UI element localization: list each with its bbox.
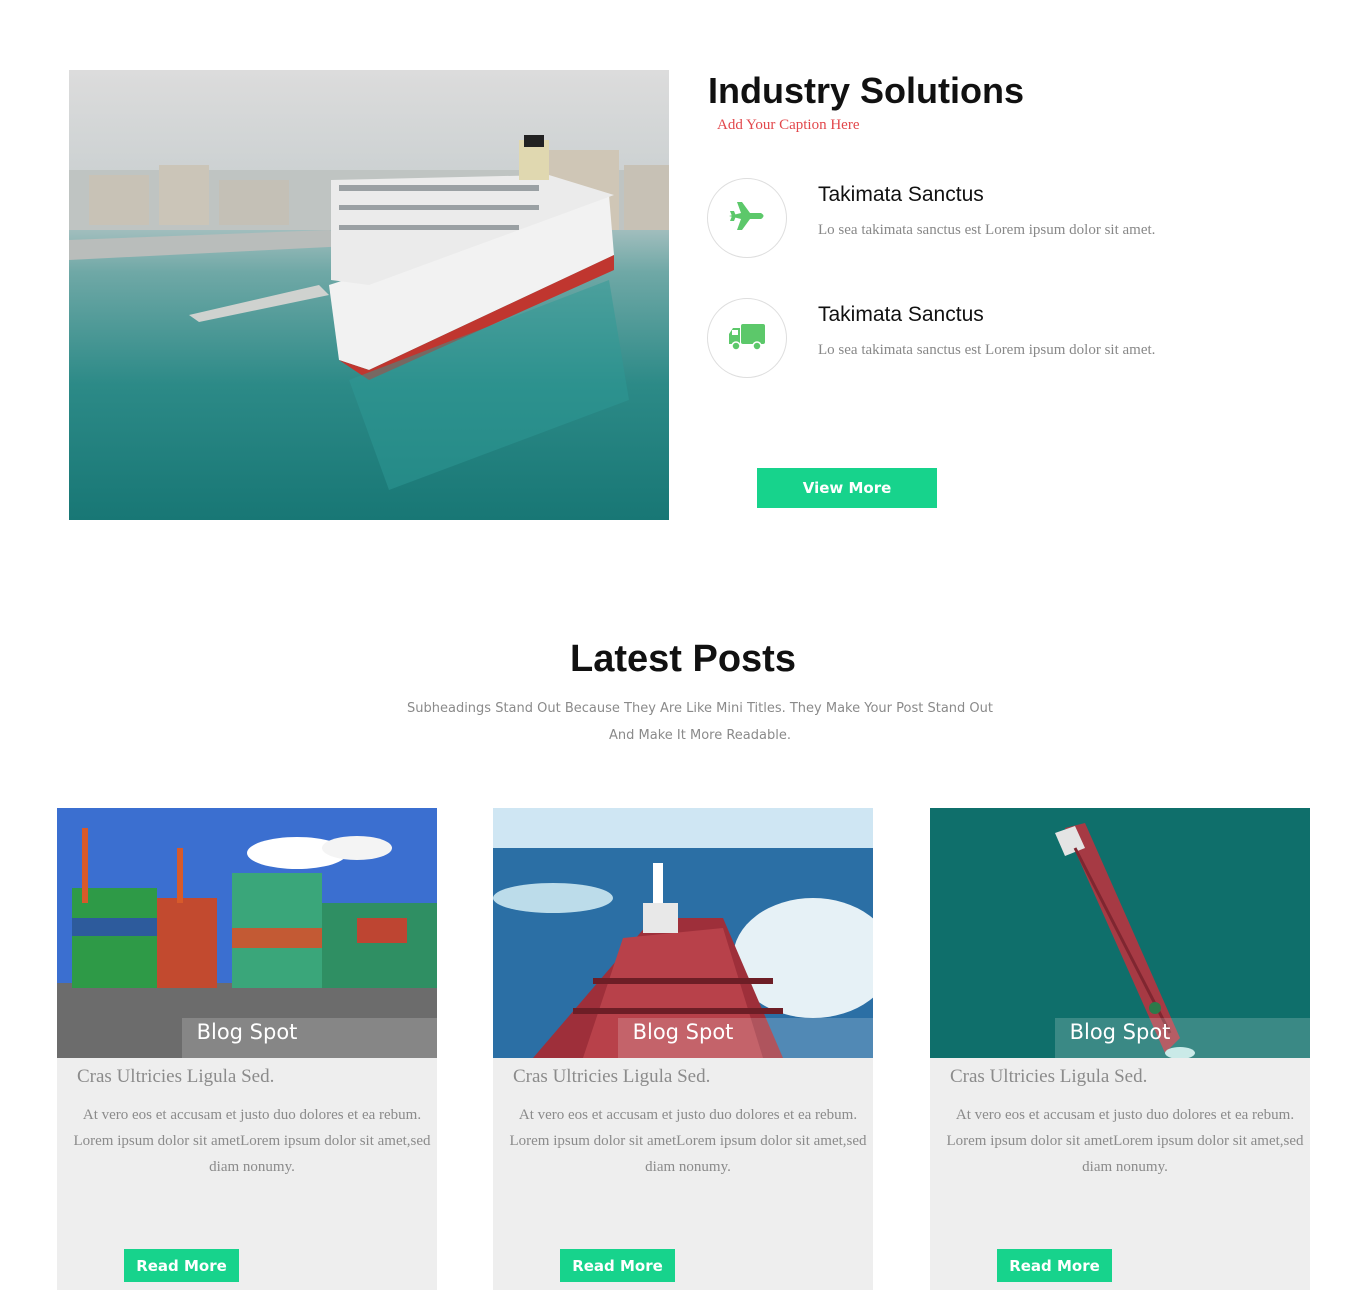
blog-card-excerpt: At vero eos et accusam et justo duo dolo… [73,1107,431,1175]
feature-title: Takimata Sanctus [818,183,984,206]
industry-caption: Add Your Caption Here [717,117,860,133]
blog-card-excerpt: At vero eos et accusam et justo duo dolo… [509,1107,867,1175]
feature-icon-circle [707,178,787,258]
feature-item: Takimata Sanctus Lo sea takimata sanctus… [707,178,1267,258]
blog-card-title[interactable]: Cras Ultricies Ligula Sed. [513,1066,710,1088]
blog-card: Blog Spot Cras Ultricies Ligula Sed. At … [493,808,873,1290]
blog-card: Blog Spot Cras Ultricies Ligula Sed. At … [57,808,437,1290]
feature-item: Takimata Sanctus Lo sea takimata sanctus… [707,298,1267,378]
latest-posts-subtitle: Subheadings Stand Out Because They Are L… [407,701,993,743]
truck-icon [727,320,767,357]
blog-spot-label: Blog Spot [1069,1020,1171,1044]
feature-title: Takimata Sanctus [818,303,984,326]
feature-text: Lo sea takimata sanctus est Lorem ipsum … [818,222,1156,238]
blog-card: Blog Spot Cras Ultricies Ligula Sed. At … [930,808,1310,1290]
latest-posts-title: Latest Posts [570,638,796,680]
read-more-button[interactable]: Read More [124,1249,239,1282]
airplane-icon [727,200,767,237]
view-more-button[interactable]: View More [757,468,937,508]
blog-spot-label: Blog Spot [632,1020,734,1044]
industry-solutions-title: Industry Solutions [708,70,1025,111]
read-more-button[interactable]: Read More [560,1249,675,1282]
blog-card-title[interactable]: Cras Ultricies Ligula Sed. [950,1066,1147,1088]
blog-card-excerpt: At vero eos et accusam et justo duo dolo… [946,1107,1304,1175]
ferry-harbor-image [69,70,669,520]
blog-card-title[interactable]: Cras Ultricies Ligula Sed. [77,1066,274,1088]
blog-spot-label: Blog Spot [196,1020,298,1044]
feature-icon-circle [707,298,787,378]
feature-text: Lo sea takimata sanctus est Lorem ipsum … [818,342,1156,358]
read-more-button[interactable]: Read More [997,1249,1112,1282]
